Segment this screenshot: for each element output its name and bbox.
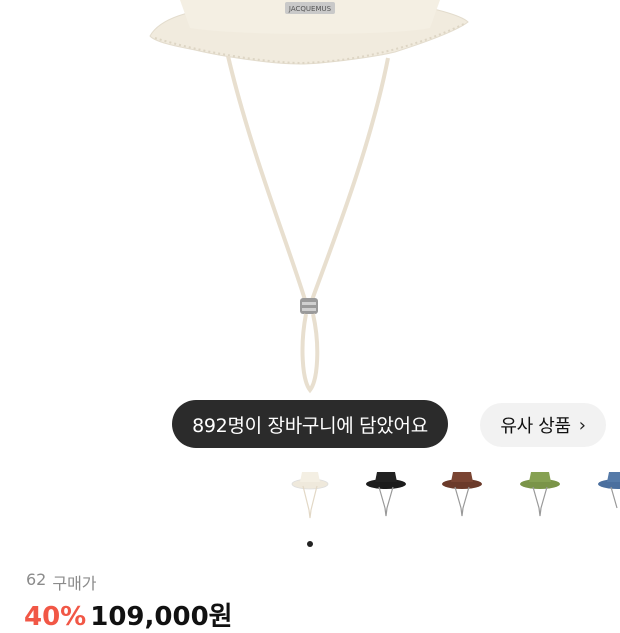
purchase-count-label: 구매가 (52, 574, 97, 593)
hat-thumb-icon (442, 472, 482, 517)
product-image[interactable]: JACQUEMUS (0, 0, 620, 400)
cart-count-text: 892명이 장바구니에 담았어요 (192, 414, 428, 437)
color-options (0, 462, 620, 532)
price-row: 40% 109,000원 (24, 596, 233, 633)
hat-thumb-icon (598, 472, 620, 509)
color-option-blue[interactable] (588, 462, 620, 524)
color-option-olive[interactable] (510, 462, 570, 524)
hat-thumb-icon (520, 472, 560, 517)
discount-rate: 40% (24, 602, 87, 632)
carousel-indicator-dot (307, 541, 313, 547)
similar-products-button[interactable]: 유사 상품 › (480, 403, 606, 447)
cart-count-toast: 892명이 장바구니에 담았어요 (172, 400, 448, 448)
purchase-count-number: 62 (26, 570, 47, 589)
similar-products-label: 유사 상품 (500, 416, 571, 437)
hat-thumb-icon (366, 472, 406, 517)
purchase-count: 62 구매가 (26, 570, 97, 594)
color-option-black[interactable] (356, 462, 416, 524)
hat-thumb-icon (291, 472, 329, 519)
chevron-right-icon: › (578, 414, 586, 436)
sale-price: 109,000원 (90, 602, 233, 632)
color-option-beige[interactable] (280, 462, 340, 524)
svg-text:JACQUEMUS: JACQUEMUS (288, 5, 332, 13)
hat-illustration: JACQUEMUS (149, 0, 469, 394)
color-option-brown[interactable] (432, 462, 492, 524)
